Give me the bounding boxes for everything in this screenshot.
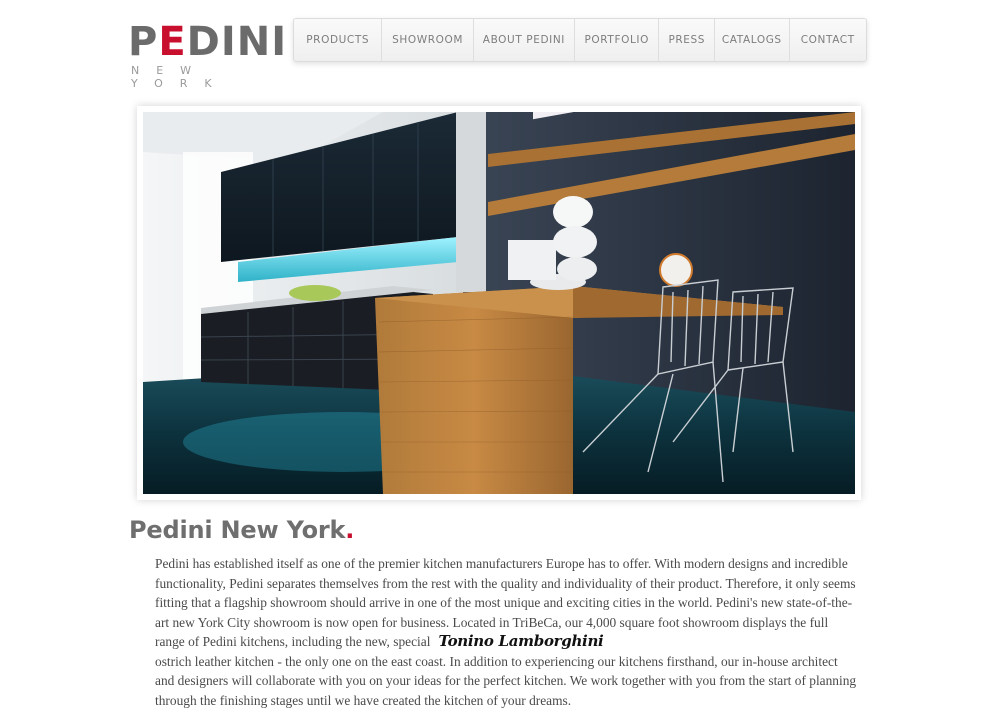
nav-press[interactable]: PRESS — [659, 19, 716, 61]
main-nav: PRODUCTS SHOWROOM ABOUT PEDINI PORTFOLIO… — [293, 18, 867, 62]
intro-text-part2: ostrich leather kitchen - the only one o… — [155, 653, 857, 708]
logo-subtitle: NEW YORK — [131, 64, 229, 90]
logo-wordmark: PEDINI — [128, 19, 288, 65]
nav-contact[interactable]: CONTACT — [790, 19, 866, 61]
nav-about-pedini[interactable]: ABOUT PEDINI — [474, 19, 576, 61]
pedini-logo[interactable]: PEDINI NEW YORK — [128, 19, 288, 90]
nav-showroom[interactable]: SHOWROOM — [382, 19, 474, 61]
nav-portfolio[interactable]: PORTFOLIO — [575, 19, 660, 61]
hero-kitchen-image — [143, 112, 855, 494]
tonino-lamborghini-logo: Tonino Lamborghini — [438, 632, 604, 650]
hero-frame — [137, 106, 861, 500]
nav-catalogs[interactable]: CATALOGS — [715, 19, 790, 61]
nav-products[interactable]: PRODUCTS — [294, 19, 383, 61]
intro-paragraph: Pedini has established itself as one of … — [155, 554, 860, 710]
page-title: Pedini New York. — [129, 516, 355, 544]
